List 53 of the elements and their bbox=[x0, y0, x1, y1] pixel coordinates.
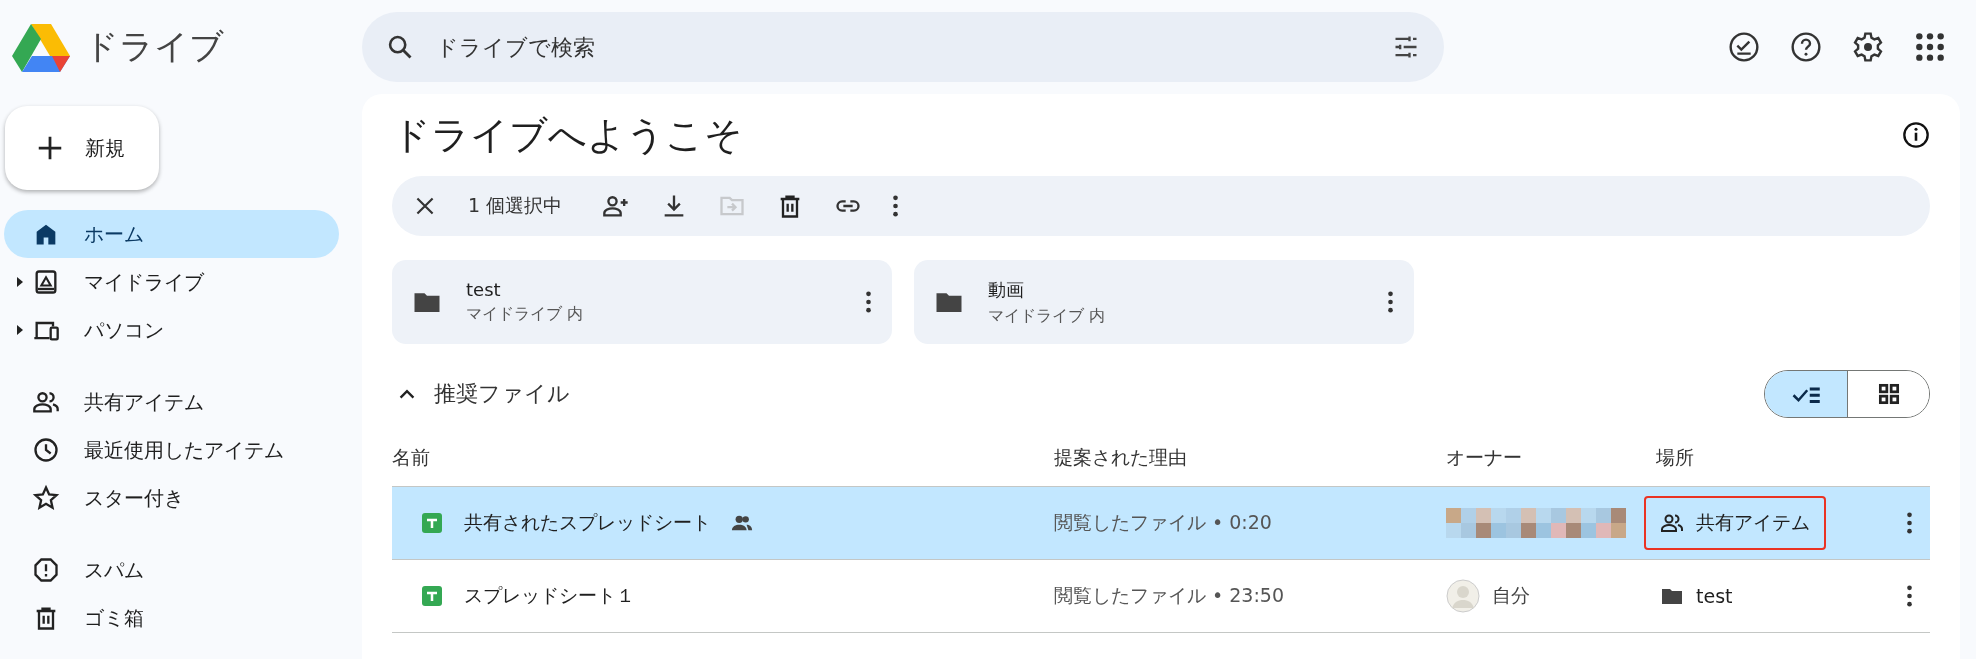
more-button[interactable] bbox=[1906, 510, 1913, 536]
folder-card[interactable]: 動画 マイドライブ 内 bbox=[914, 260, 1414, 344]
spreadsheet-icon bbox=[420, 511, 444, 535]
expand-caret-icon[interactable] bbox=[16, 325, 24, 335]
location-cell[interactable]: test bbox=[1644, 576, 1749, 616]
settings-icon[interactable] bbox=[1852, 31, 1884, 63]
more-icon bbox=[865, 289, 872, 315]
check-circle-icon[interactable] bbox=[1728, 31, 1760, 63]
more-icon bbox=[1906, 583, 1913, 609]
new-button[interactable]: 新規 bbox=[5, 106, 159, 190]
spreadsheet-icon bbox=[420, 584, 444, 608]
sidebar-item[interactable]: ゴミ箱 bbox=[4, 594, 339, 642]
sidebar-item[interactable]: パソコン bbox=[4, 306, 339, 354]
more-icon bbox=[1906, 510, 1913, 536]
folder-name: test bbox=[466, 279, 502, 300]
view-toggle-button[interactable] bbox=[1765, 371, 1847, 417]
sidebar-item[interactable]: スター付き bbox=[4, 474, 339, 522]
folder-location: マイドライブ 内 bbox=[466, 304, 585, 325]
info-icon[interactable] bbox=[1902, 121, 1930, 149]
reason-cell: 閲覧したファイル • 23:50 bbox=[1054, 560, 1446, 633]
folder-location: マイドライブ 内 bbox=[988, 305, 1107, 327]
sidebar-item[interactable]: 共有アイテム bbox=[4, 378, 339, 426]
owner-name: 自分 bbox=[1492, 583, 1530, 608]
search-field[interactable]: ドライブで検索 bbox=[362, 12, 1444, 82]
name-cell[interactable]: 共有されたスプレッドシート bbox=[392, 487, 1054, 560]
logo-icon bbox=[12, 22, 70, 72]
selection-count: 1 個選択中 bbox=[468, 193, 563, 218]
name-cell[interactable]: スプレッドシート１ bbox=[392, 560, 1054, 633]
highlighted-location[interactable]: 共有アイテム bbox=[1644, 496, 1826, 550]
sidebar-item[interactable]: ホーム bbox=[4, 210, 339, 258]
sidebar-item[interactable]: スパム bbox=[4, 546, 339, 594]
more-button[interactable] bbox=[865, 289, 872, 315]
page-title: ドライブへようこそ bbox=[392, 111, 744, 159]
sidebar-item[interactable]: マイドライブ bbox=[4, 258, 339, 306]
star-icon bbox=[32, 484, 60, 512]
expand-caret-icon[interactable] bbox=[16, 277, 24, 287]
clock-icon bbox=[32, 436, 60, 464]
avatar-icon bbox=[1446, 579, 1480, 613]
more-button[interactable] bbox=[1906, 583, 1913, 609]
search-icon[interactable] bbox=[386, 33, 414, 61]
more-button[interactable] bbox=[1387, 289, 1394, 315]
sidebar-item[interactable]: 最近使用したアイテム bbox=[4, 426, 339, 474]
search-input[interactable]: ドライブで検索 bbox=[434, 33, 1372, 61]
help-icon[interactable] bbox=[1790, 31, 1822, 63]
folder-name: 動画 bbox=[988, 277, 1025, 302]
section-toggle[interactable]: 推奨ファイル bbox=[392, 379, 574, 409]
apps-icon[interactable] bbox=[1914, 31, 1946, 63]
more-icon bbox=[1387, 289, 1394, 315]
warning-icon bbox=[32, 556, 60, 584]
view-toggle-button[interactable] bbox=[1847, 371, 1929, 417]
reason-cell: 閲覧したファイル • 0:20 bbox=[1054, 487, 1446, 560]
app-title: ドライブ bbox=[84, 25, 224, 68]
folder-card[interactable]: test マイドライブ 内 bbox=[392, 260, 892, 344]
